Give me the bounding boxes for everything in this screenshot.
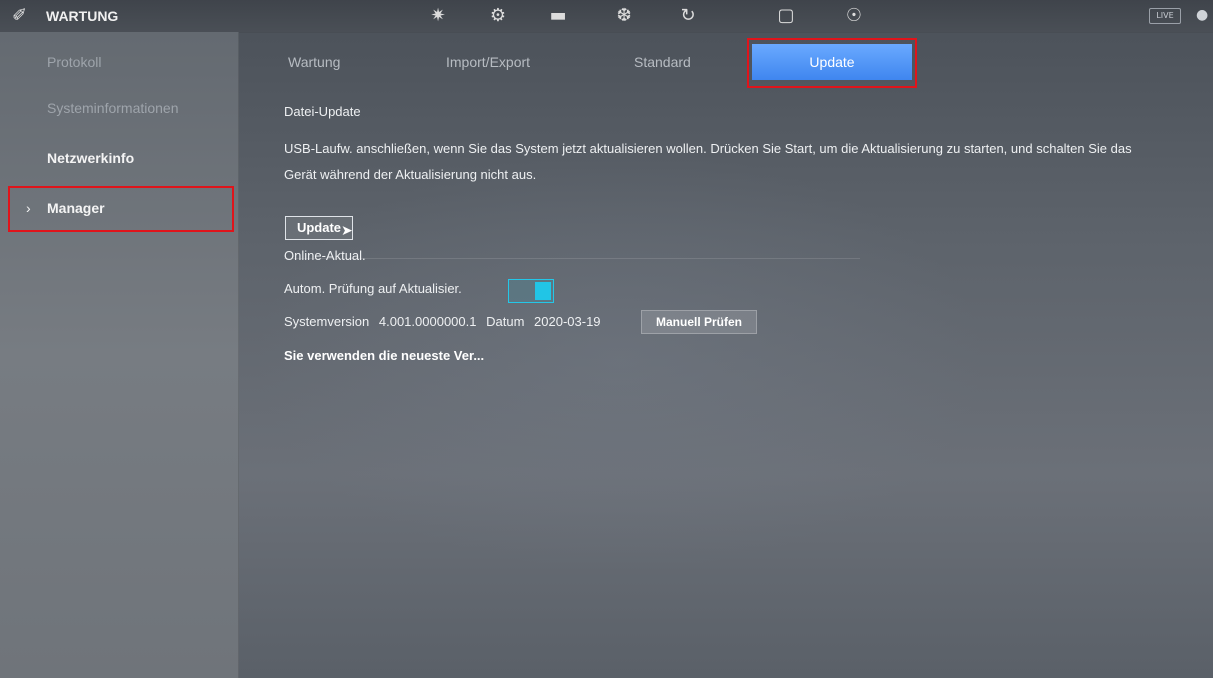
update-description: USB-Laufw. anschließen, wenn Sie das Sys… [284,141,1132,182]
top-icon-bar: ✷ ⚙ ▬ ❆ ↻ ▢ ☉ [425,2,885,30]
app-title: WARTUNG [46,8,119,24]
update-tab-highlight-frame [747,38,917,88]
tab-wartung[interactable]: Wartung [288,44,340,80]
section-divider [284,258,860,259]
refresh-icon[interactable]: ↻ [675,4,701,28]
sidebar-item-systeminformationen[interactable]: Systeminformationen [0,86,238,130]
tab-bar: Wartung Import/Export Standard Update [238,36,1213,86]
gear-box-icon[interactable]: ⚙ [485,4,511,28]
online-update-title: Online-Aktual. [284,248,366,263]
manager-highlight-frame [8,186,234,232]
top-bar: ✐ WARTUNG ✷ ⚙ ▬ ❆ ↻ ▢ ☉ LIVE ● [0,0,1213,33]
sidebar-item-netzwerkinfo[interactable]: Netzwerkinfo [0,136,238,180]
sidebar-item-protokoll[interactable]: Protokoll [0,40,238,84]
tab-import-export[interactable]: Import/Export [446,44,530,80]
live-button[interactable]: LIVE [1149,8,1181,24]
mouse-cursor-icon: ➤ [341,223,353,239]
auto-check-label: Autom. Prüfung auf Aktualisier. [284,281,462,296]
system-version-label: Systemversion [284,314,370,329]
storage-disk-icon[interactable]: ▬ [545,4,571,28]
update-panel: Datei-Update USB-Laufw. anschließen, wen… [238,86,1213,678]
app-logo-icon: ✐ [12,5,28,26]
monitor-icon[interactable]: ▢ [773,4,799,28]
update-status-text: Sie verwenden die neueste Ver... [284,348,485,363]
system-version-value: 4.001.0000000.1 [378,314,477,329]
file-update-title: Datei-Update [284,104,361,119]
toggle-knob [535,282,551,300]
user-icon[interactable]: ● [1196,7,1208,23]
sidebar-item-label: Systeminformationen [47,100,179,116]
auto-check-toggle[interactable] [508,279,554,303]
manual-check-button[interactable]: Manuell Prüfen [641,310,757,334]
sidebar-item-label: Protokoll [47,54,102,70]
tab-standard[interactable]: Standard [634,44,691,80]
sidebar-item-label: Netzwerkinfo [47,150,135,166]
date-label: Datum [486,314,525,329]
sidebar: Protokoll Systeminformationen Netzwerkin… [0,32,239,678]
headset-icon[interactable]: ☉ [841,4,867,28]
system-version-row: Systemversion 4.001.0000000.1 Datum 2020… [284,314,607,329]
gauge-icon[interactable]: ❆ [611,4,637,28]
date-value: 2020-03-19 [534,314,601,329]
film-reel-icon[interactable]: ✷ [425,4,451,28]
